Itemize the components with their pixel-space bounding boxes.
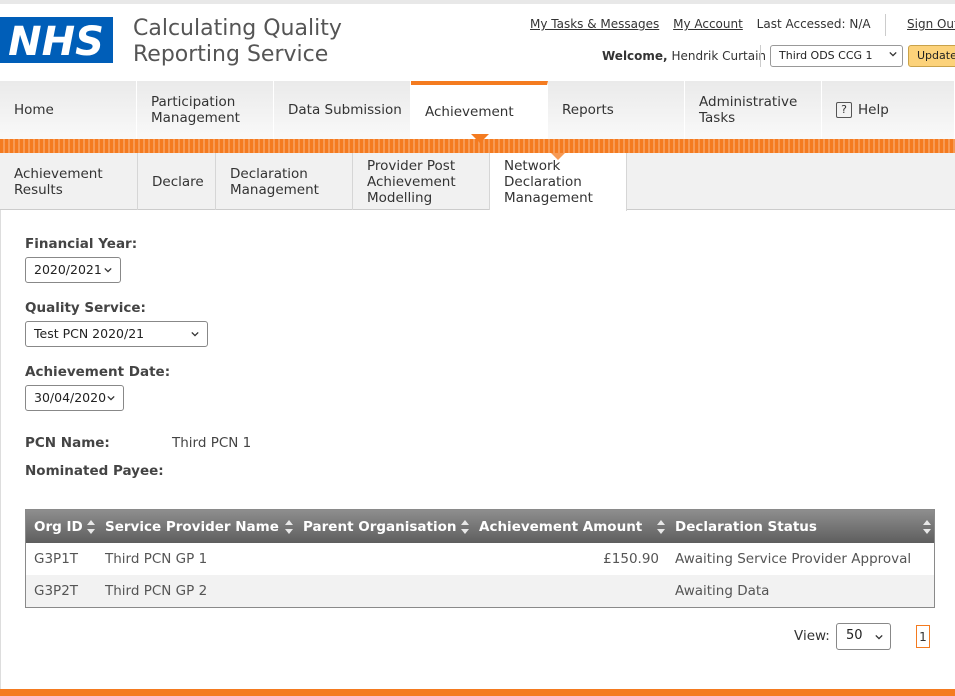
financial-year-value: 2020/2021	[34, 262, 102, 277]
column-header-declaration-status[interactable]: Declaration Status	[667, 510, 934, 543]
nav-tab-label: Home	[14, 102, 54, 118]
table-row[interactable]: G3P1T Third PCN GP 1 £150.90 Awaiting Se…	[26, 543, 934, 575]
quality-service-value: Test PCN 2020/21	[34, 326, 145, 341]
sort-icon[interactable]	[922, 519, 932, 535]
nav-tab-label: Data Submission	[288, 102, 402, 118]
page-1-button[interactable]: 1	[916, 625, 930, 648]
nav-tab-label: Achievement	[425, 104, 514, 120]
achievement-date-label: Achievement Date:	[25, 364, 171, 380]
subnav-label: Achievement Results	[14, 165, 103, 198]
subnav-label: Provider Post Achievement Modelling	[367, 157, 456, 206]
app-title-line1: Calculating Quality	[133, 16, 342, 41]
subnav-achievement-results[interactable]: Achievement Results	[0, 153, 138, 210]
divider	[760, 45, 761, 67]
nav-tab-reports[interactable]: Reports	[548, 81, 685, 139]
column-header-label: Org ID	[34, 519, 83, 535]
subnav-provider-post-achievement-modelling[interactable]: Provider Post Achievement Modelling	[353, 153, 490, 210]
cell-amount: £150.90	[603, 551, 659, 567]
nav-tab-participation-management[interactable]: Participation Management	[137, 81, 274, 139]
active-tab-pointer	[471, 134, 489, 143]
welcome-user: Hendrik Curtain	[671, 49, 767, 63]
nav-tab-help[interactable]: ? Help	[822, 81, 955, 139]
nav-tab-label: Administrative Tasks	[699, 94, 798, 126]
sub-nav: Achievement Results Declare Declaration …	[0, 153, 955, 211]
divider	[885, 14, 886, 36]
cell-status: Awaiting Service Provider Approval	[675, 551, 912, 567]
sort-icon[interactable]	[86, 519, 96, 535]
cell-org-id: G3P2T	[34, 583, 79, 599]
pcn-name-label: PCN Name:	[25, 435, 110, 451]
column-header-service-provider-name[interactable]: Service Provider Name	[97, 510, 295, 543]
column-header-achievement-amount[interactable]: Achievement Amount	[471, 510, 667, 543]
subnav-declare[interactable]: Declare	[138, 153, 216, 210]
cell-status: Awaiting Data	[675, 583, 770, 599]
nav-tab-achievement[interactable]: Achievement	[411, 81, 548, 139]
table-row[interactable]: G3P2T Third PCN GP 2 Awaiting Data	[26, 575, 934, 607]
subnav-network-declaration-management[interactable]: Network Declaration Management	[490, 153, 627, 211]
network-declaration-grid: Org ID Service Provider Name Parent Orga…	[25, 509, 935, 608]
cell-org-id: G3P1T	[34, 551, 79, 567]
update-button[interactable]: Update	[908, 45, 955, 67]
financial-year-label: Financial Year:	[25, 236, 138, 252]
quality-service-label: Quality Service:	[25, 300, 146, 316]
my-tasks-link[interactable]: My Tasks & Messages	[530, 17, 659, 31]
nav-tab-label: Participation Management	[151, 94, 240, 126]
nav-tab-home[interactable]: Home	[0, 81, 137, 139]
column-header-label: Parent Organisation	[303, 519, 457, 535]
subnav-label: Declaration Management	[230, 165, 319, 198]
quality-service-select[interactable]: Test PCN 2020/21	[25, 321, 208, 347]
nav-tab-administrative-tasks[interactable]: Administrative Tasks	[685, 81, 822, 139]
logo-text: NHS	[8, 19, 104, 63]
grid-header: Org ID Service Provider Name Parent Orga…	[26, 510, 934, 543]
sort-icon[interactable]	[656, 519, 666, 535]
column-header-parent-organisation[interactable]: Parent Organisation	[295, 510, 471, 543]
achievement-date-value: 30/04/2020	[34, 390, 107, 405]
chevron-down-icon	[104, 267, 112, 273]
nav-tab-data-submission[interactable]: Data Submission	[274, 81, 411, 139]
footer-orange-band	[0, 689, 955, 696]
subnav-label: Network Declaration Management	[504, 158, 593, 206]
view-label: View:	[794, 628, 830, 644]
page-size-select[interactable]: 50	[836, 623, 891, 650]
sign-out-link[interactable]: Sign Out	[907, 17, 955, 31]
column-header-label: Declaration Status	[675, 519, 817, 535]
page-size-value: 50	[846, 628, 863, 643]
subnav-label: Declare	[152, 173, 204, 190]
welcome-label: Welcome,	[602, 49, 668, 63]
nhs-logo[interactable]: NHS	[0, 17, 113, 63]
nav-tab-label: Help	[858, 102, 889, 118]
column-header-label: Achievement Amount	[479, 519, 643, 535]
main-nav: Home Participation Management Data Submi…	[0, 81, 955, 139]
sort-icon[interactable]	[284, 519, 294, 535]
my-account-link[interactable]: My Account	[673, 17, 743, 31]
org-select-value: Third ODS CCG 1	[779, 49, 873, 62]
subnav-declaration-management[interactable]: Declaration Management	[216, 153, 353, 210]
active-subtab-pointer	[551, 153, 565, 160]
content-border	[0, 210, 1, 690]
help-icon: ?	[836, 102, 852, 118]
welcome-text: Welcome, Hendrik Curtain	[602, 49, 766, 63]
app-title: Calculating Quality Reporting Service	[133, 16, 342, 68]
chevron-down-icon	[875, 634, 883, 640]
nominated-payee-label: Nominated Payee:	[25, 463, 164, 479]
chevron-down-icon	[191, 331, 199, 337]
cell-provider: Third PCN GP 1	[105, 551, 208, 567]
nav-tab-label: Reports	[562, 102, 614, 118]
chevron-down-icon	[889, 51, 897, 57]
org-select[interactable]: Third ODS CCG 1	[770, 45, 903, 67]
column-header-label: Service Provider Name	[105, 519, 279, 535]
pcn-name-value: Third PCN 1	[172, 435, 252, 451]
last-accessed: Last Accessed: N/A	[756, 17, 871, 31]
achievement-date-select[interactable]: 30/04/2020	[25, 385, 124, 411]
top-border	[0, 0, 955, 4]
cell-amount	[471, 575, 659, 607]
sort-icon[interactable]	[460, 519, 470, 535]
chevron-down-icon	[107, 395, 115, 401]
financial-year-select[interactable]: 2020/2021	[25, 257, 121, 283]
cell-provider: Third PCN GP 2	[105, 583, 208, 599]
top-links: My Tasks & Messages My Account Last Acce…	[530, 17, 871, 31]
app-title-line2: Reporting Service	[133, 42, 329, 67]
